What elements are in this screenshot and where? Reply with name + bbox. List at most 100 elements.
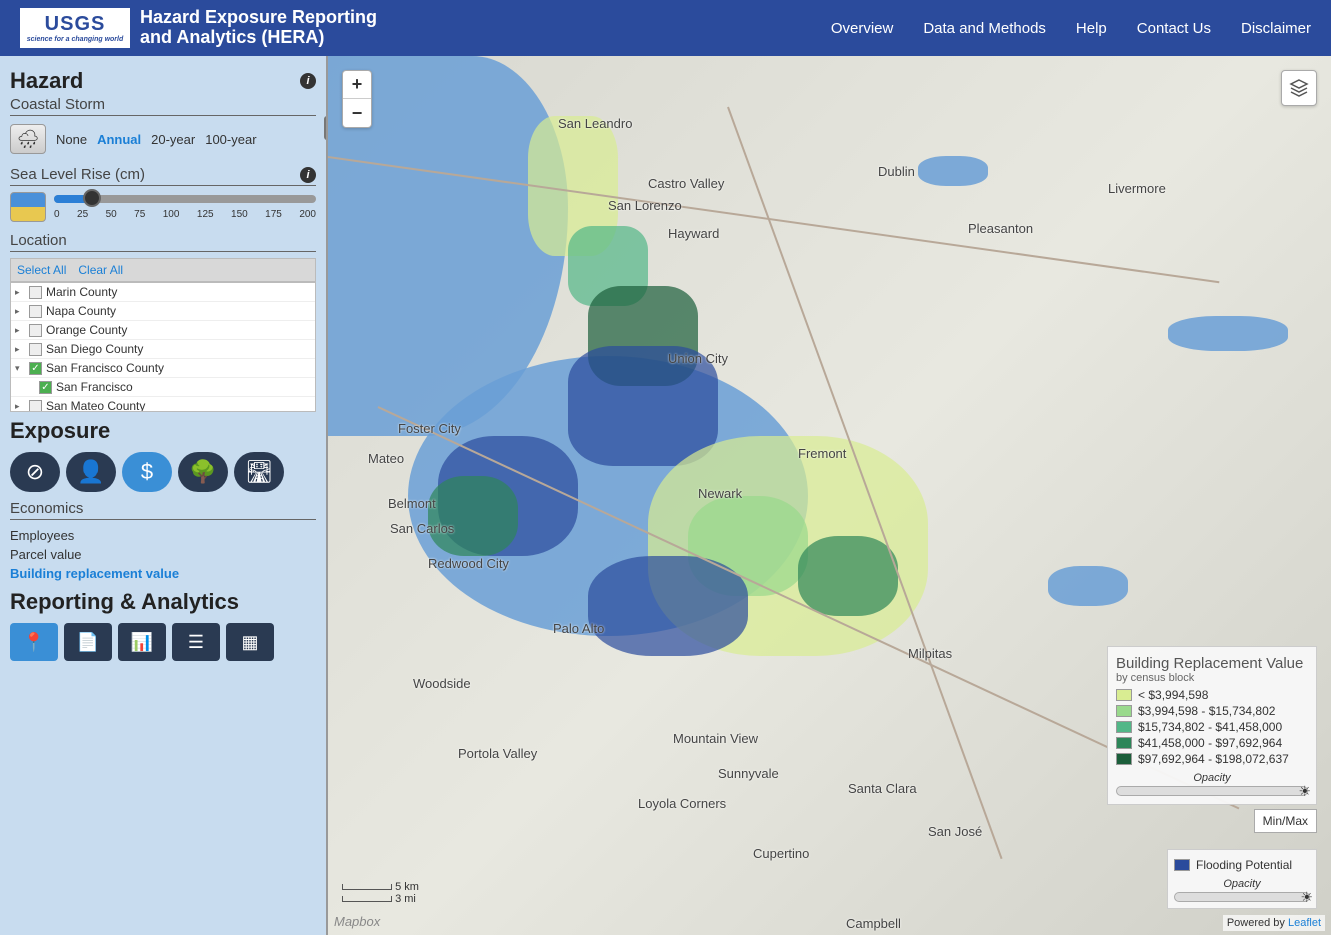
minmax-button[interactable]: Min/Max [1254, 809, 1317, 833]
place-label: Loyola Corners [638, 796, 726, 811]
info-icon[interactable]: i [300, 73, 316, 89]
legend-range: $15,734,802 - $41,458,000 [1138, 720, 1282, 734]
zoom-in-button[interactable]: + [343, 71, 371, 99]
tree-label: San Mateo County [46, 399, 145, 412]
economics-list: EmployeesParcel valueBuilding replacemen… [10, 526, 316, 583]
slr-slider[interactable]: 0 25 50 75 100 125 150 175 200 [54, 195, 316, 220]
usgs-logo-tagline: science for a changing world [27, 36, 123, 43]
tree-arrow-icon[interactable]: ▸ [15, 306, 25, 317]
nav-help[interactable]: Help [1076, 20, 1107, 37]
location-tree[interactable]: ▸Marin County▸Napa County▸Orange County▸… [10, 282, 316, 412]
tree-arrow-icon[interactable]: ▸ [15, 287, 25, 298]
nav-overview[interactable]: Overview [831, 20, 894, 37]
zoom-out-button[interactable]: − [343, 99, 371, 127]
exposure-landcover-button[interactable]: 🌳 [178, 452, 228, 492]
app-title-line1: Hazard Exposure Reporting [140, 8, 377, 28]
legend-row: $3,994,598 - $15,734,802 [1116, 704, 1308, 718]
leaflet-attribution: Powered by Leaflet [1223, 915, 1325, 931]
tree-checkbox[interactable] [29, 343, 42, 356]
usgs-logo[interactable]: USGS science for a changing world [20, 8, 130, 48]
tree-item[interactable]: ▸San Diego County [11, 340, 315, 359]
usgs-logo-text: USGS [45, 13, 106, 36]
flood-swatch [1174, 859, 1190, 871]
tree-checkbox[interactable] [29, 305, 42, 318]
reporting-table-button[interactable]: ▦ [226, 623, 274, 661]
tree-arrow-icon[interactable]: ▸ [15, 325, 25, 336]
tree-arrow-icon[interactable]: ▸ [15, 344, 25, 355]
place-label: Mateo [368, 451, 404, 466]
exposure-infrastructure-button[interactable]: 🛣 [234, 452, 284, 492]
place-label: Santa Clara [848, 781, 917, 796]
nav-data-methods[interactable]: Data and Methods [923, 20, 1046, 37]
leaflet-link[interactable]: Leaflet [1288, 917, 1321, 929]
legend-swatch [1116, 705, 1132, 717]
reporting-list-button[interactable]: ☰ [172, 623, 220, 661]
opacity-slider[interactable] [1174, 892, 1310, 902]
nav-disclaimer[interactable]: Disclaimer [1241, 20, 1311, 37]
nav-contact[interactable]: Contact Us [1137, 20, 1211, 37]
tree-label: Napa County [46, 304, 116, 318]
tree-checkbox[interactable] [29, 286, 42, 299]
exposure-population-button[interactable]: 👤 [66, 452, 116, 492]
layers-button[interactable] [1281, 70, 1317, 106]
storm-options: None Annual 20-year 100-year [56, 132, 257, 147]
economics-label: Economics [10, 500, 316, 520]
opacity-slider[interactable] [1116, 786, 1308, 796]
opacity-label: Opacity [1174, 878, 1310, 890]
storm-icon: 🌧 [10, 124, 46, 154]
sea-level-icon [10, 192, 46, 222]
place-label: San José [928, 824, 982, 839]
economics-item[interactable]: Parcel value [10, 545, 316, 564]
reporting-chart-button[interactable]: 📊 [118, 623, 166, 661]
place-label: Woodside [413, 676, 471, 691]
map-area[interactable]: San LeandroCastro ValleySan LorenzoHaywa… [328, 56, 1331, 935]
economics-item[interactable]: Employees [10, 526, 316, 545]
economics-item[interactable]: Building replacement value [10, 564, 316, 583]
place-label: San Leandro [558, 116, 632, 131]
tree-arrow-icon[interactable]: ▸ [15, 401, 25, 412]
storm-opt-20yr[interactable]: 20-year [151, 132, 195, 147]
reporting-region-button[interactable]: 📄 [64, 623, 112, 661]
coastal-storm-label: Coastal Storm [10, 96, 316, 116]
tree-item[interactable]: ▸ Orange County [11, 321, 315, 340]
app-title: Hazard Exposure Reporting and Analytics … [140, 8, 377, 48]
storm-opt-none[interactable]: None [56, 132, 87, 147]
storm-opt-annual[interactable]: Annual [97, 132, 141, 147]
tree-label: Orange County [46, 323, 127, 337]
tree-item[interactable]: ▾San Francisco County [11, 359, 315, 378]
exposure-economy-button[interactable]: $ [122, 452, 172, 492]
place-label: Union City [668, 351, 728, 366]
opacity-label: Opacity [1116, 772, 1308, 784]
scale-bar: 5 km 3 mi [342, 881, 419, 905]
place-label: San Lorenzo [608, 198, 682, 213]
exposure-none-button[interactable]: ⊘ [10, 452, 60, 492]
place-label: Milpitas [908, 646, 952, 661]
tree-item[interactable]: ▸ San Mateo County [11, 397, 315, 412]
tree-checkbox[interactable] [29, 324, 42, 337]
legend-row: $15,734,802 - $41,458,000 [1116, 720, 1308, 734]
clear-all-link[interactable]: Clear All [78, 263, 123, 277]
tree-item[interactable]: ▸Marin County [11, 283, 315, 302]
mapbox-attribution: Mapbox [334, 914, 380, 929]
place-label: Pleasanton [968, 221, 1033, 236]
tree-arrow-icon[interactable]: ▾ [15, 363, 25, 374]
sidebar: ⋮ Hazard i Coastal Storm 🌧 None Annual 2… [0, 56, 328, 935]
legend-swatch [1116, 737, 1132, 749]
tree-item[interactable]: ▸ Napa County [11, 302, 315, 321]
info-icon[interactable]: i [300, 167, 316, 183]
slr-slider-thumb[interactable] [83, 189, 101, 207]
tree-checkbox[interactable] [29, 400, 42, 413]
place-label: Cupertino [753, 846, 809, 861]
storm-opt-100yr[interactable]: 100-year [205, 132, 256, 147]
reporting-map-button[interactable]: 📍 [10, 623, 58, 661]
place-label: Hayward [668, 226, 719, 241]
app-header: USGS science for a changing world Hazard… [0, 0, 1331, 56]
tree-checkbox[interactable] [29, 362, 42, 375]
select-all-link[interactable]: Select All [17, 263, 66, 277]
legend-main: Building Replacement Value by census blo… [1107, 646, 1317, 805]
tree-item-child[interactable]: San Francisco [11, 378, 315, 397]
tree-checkbox[interactable] [39, 381, 52, 394]
legend-row: $41,458,000 - $97,692,964 [1116, 736, 1308, 750]
place-label: Fremont [798, 446, 846, 461]
slr-row: 0 25 50 75 100 125 150 175 200 [10, 192, 316, 222]
